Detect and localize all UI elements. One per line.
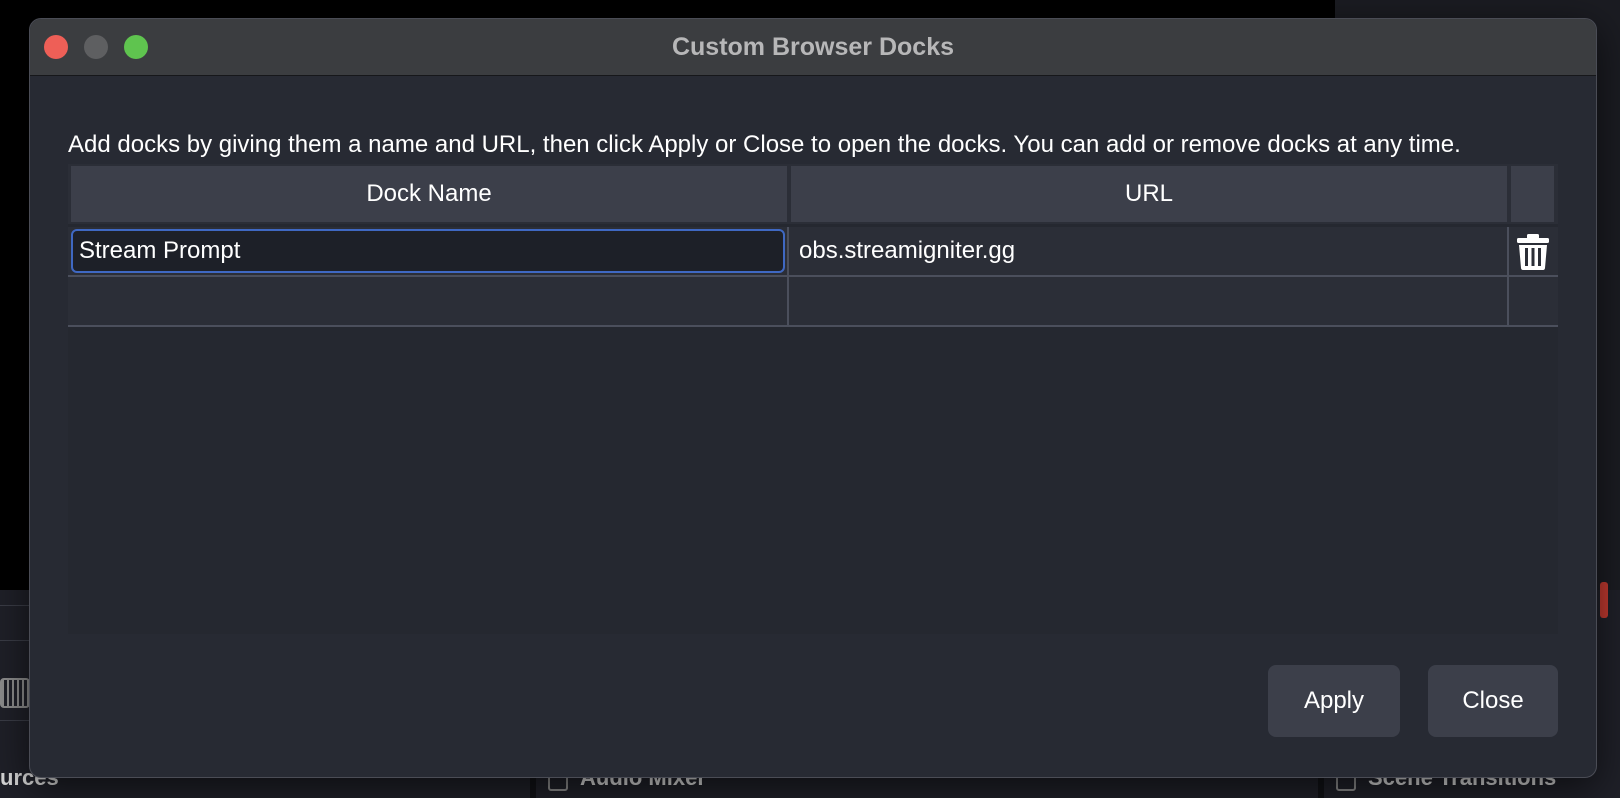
close-button[interactable]: Close [1428, 665, 1558, 737]
docks-table: Dock Name URL obs.streamigniter.gg [68, 164, 1558, 634]
dialog-title: Custom Browser Docks [671, 33, 955, 61]
title-bar: Custom Browser Docks [30, 19, 1596, 76]
table-row[interactable] [68, 277, 1558, 327]
instructions-text: Add docks by giving them a name and URL,… [68, 131, 1461, 158]
cell-divider [1507, 277, 1509, 325]
column-header-dock-name[interactable]: Dock Name [71, 166, 787, 222]
column-header-url[interactable]: URL [791, 166, 1507, 222]
dock-url-cell[interactable]: obs.streamigniter.gg [799, 227, 1015, 275]
column-header-actions [1511, 166, 1554, 222]
table-header: Dock Name URL [68, 164, 1558, 224]
trash-icon[interactable] [1515, 233, 1551, 271]
cell-divider [787, 277, 789, 325]
apply-button[interactable]: Apply [1268, 665, 1400, 737]
background-filmstrip-icon [0, 678, 30, 708]
background-red-indicator [1600, 582, 1608, 618]
dock-name-input[interactable] [71, 229, 785, 273]
table-row[interactable]: obs.streamigniter.gg [68, 227, 1558, 277]
cell-divider [1507, 227, 1509, 275]
cell-divider [787, 227, 789, 275]
custom-browser-docks-dialog: Custom Browser Docks Add docks by giving… [29, 18, 1597, 778]
